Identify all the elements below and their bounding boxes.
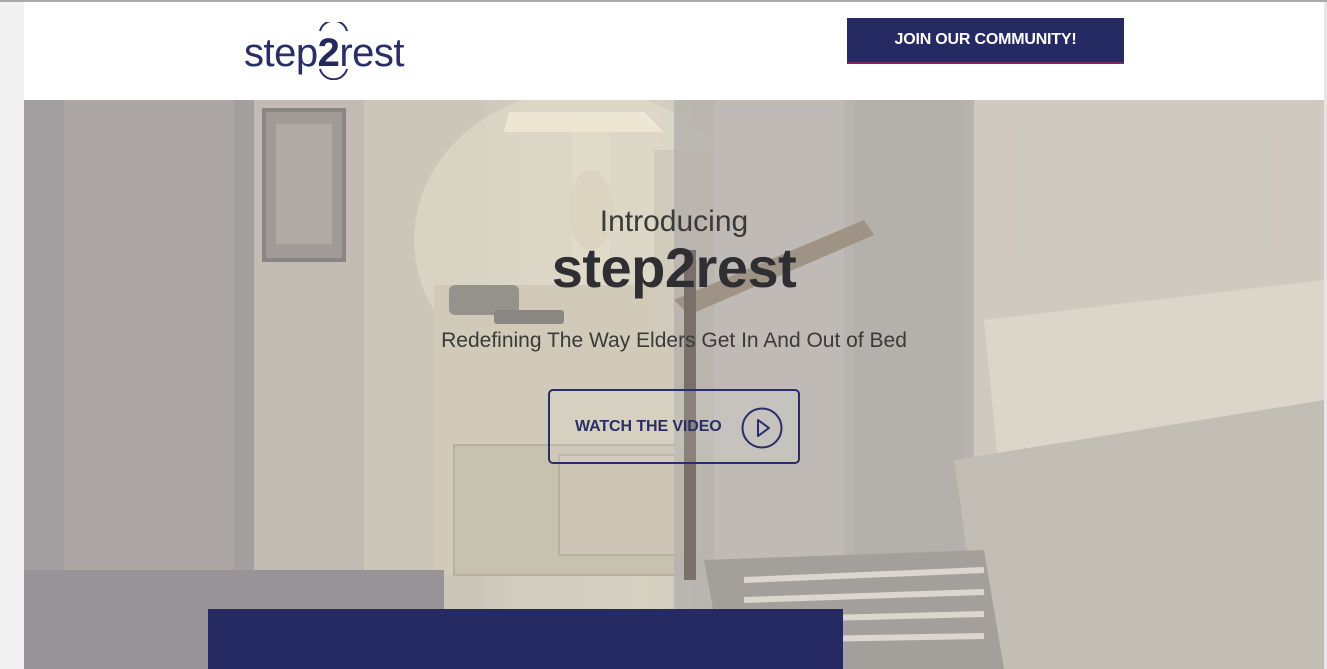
logo-text-start: step [244,31,318,75]
logo-text-end: rest [339,31,405,75]
logo-text-digit: 2 [317,31,340,75]
site-header: step2rest JOIN OUR COMMUNITY! [24,2,1324,100]
play-circle-icon [741,407,783,449]
hero-tagline: Redefining The Way Elders Get In And Out… [441,329,907,352]
logo-wordmark: step2rest [244,31,405,76]
watch-video-label: WATCH THE VIDEO [575,417,722,435]
left-gutter [0,2,24,669]
hero-intro-text: Introducing [599,205,749,238]
content-panel [208,609,843,669]
site-logo[interactable]: step2rest [244,22,414,80]
hero-overlay [24,100,1324,669]
hero-section: Introducing step2rest Redefining The Way… [24,100,1324,669]
join-community-button[interactable]: JOIN OUR COMMUNITY! [847,18,1124,64]
hero-title: step2rest [551,236,797,299]
watch-video-button[interactable]: WATCH THE VIDEO [548,389,800,464]
